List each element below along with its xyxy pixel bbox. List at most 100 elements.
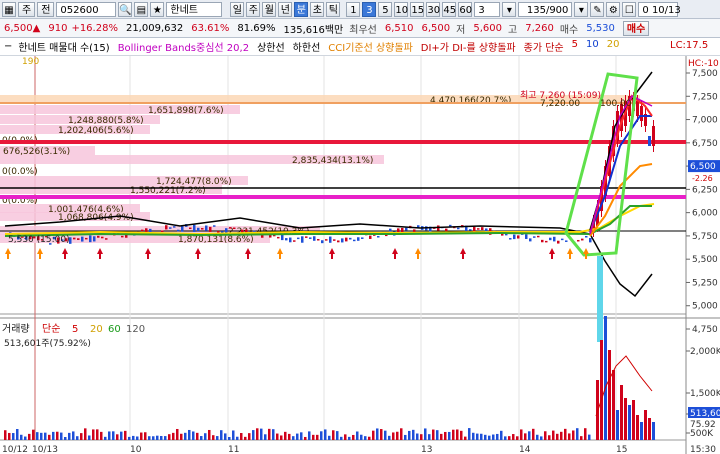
- candle: [217, 231, 220, 233]
- volume-bar: [456, 429, 459, 440]
- candle: [181, 226, 184, 232]
- volume-bar: [508, 436, 511, 440]
- volume-bar: [352, 434, 355, 440]
- volume-bar: [532, 428, 535, 440]
- candle: [165, 225, 168, 230]
- period-tab-3[interactable]: 년: [278, 1, 293, 17]
- volume-bar: [372, 430, 375, 440]
- volume-bar: [220, 430, 223, 440]
- period-tab-5[interactable]: 초: [310, 1, 325, 17]
- candle: [225, 228, 228, 233]
- interval-tab-3[interactable]: 3: [362, 1, 377, 17]
- volume-bar: [112, 431, 115, 440]
- date-label-1: 10/13: [32, 445, 58, 454]
- volume-bar: [184, 432, 187, 440]
- volume-bar: [288, 433, 291, 440]
- volume-value: 21,009,632: [125, 22, 184, 34]
- checkbox-icon[interactable]: ☐: [622, 1, 637, 17]
- interval-tab-10[interactable]: 10: [394, 1, 409, 17]
- volume-bar: [304, 436, 307, 440]
- period-tab-6[interactable]: 틱: [326, 1, 341, 17]
- period-tab-2[interactable]: 월: [262, 1, 277, 17]
- volume-bar: [20, 434, 23, 440]
- signal-arrow-stem-2: [64, 254, 66, 259]
- volume-bar: [272, 429, 275, 440]
- volume-current-pct: 75.92: [690, 420, 716, 430]
- volume-bar: [100, 431, 103, 440]
- candle: [361, 237, 364, 239]
- volume-bar: [564, 428, 567, 440]
- drawing-tool-icon[interactable]: ✎: [590, 1, 605, 17]
- signal-arrow-stem-13: [569, 254, 571, 259]
- volume-bar: [152, 436, 155, 440]
- star-icon[interactable]: ★: [150, 1, 165, 17]
- buy-button[interactable]: 매수: [622, 20, 650, 36]
- volume-tick-label-0: 2,000K: [690, 347, 720, 357]
- candle: [81, 236, 84, 242]
- settings-button[interactable]: ▦: [2, 1, 16, 17]
- candle: [73, 237, 76, 240]
- price-tick-label-8: 5,500: [692, 255, 718, 265]
- volume-bar: [368, 436, 371, 440]
- profile-label-13: 1,870,131(8.6%): [178, 235, 254, 245]
- collapse-icon[interactable]: −: [4, 41, 12, 52]
- interval-tab-15[interactable]: 15: [410, 1, 425, 17]
- candle: [105, 238, 108, 240]
- candle: [449, 224, 452, 227]
- stock-chart[interactable]: 1,651,898(7.6%) 1,248,880(5.8%)1,202,406(…: [0, 56, 720, 454]
- period-tab-1[interactable]: 주: [246, 1, 261, 17]
- menu-button[interactable]: 주: [18, 1, 36, 17]
- volume-bar: [44, 432, 47, 440]
- candle: [277, 236, 280, 239]
- date-field[interactable]: 0 10/13: [638, 1, 681, 17]
- interval-tab-1[interactable]: 1: [346, 1, 361, 17]
- search-icon[interactable]: 🔍: [118, 1, 133, 17]
- interval-tab-5[interactable]: 5: [378, 1, 393, 17]
- candle: [565, 240, 568, 242]
- profile-label-14: 4,470,166(20.7%): [430, 96, 511, 106]
- stock-code-input[interactable]: 052600: [56, 1, 117, 17]
- signal-arrow-stem-14: [585, 254, 587, 259]
- volume-bar: [540, 436, 543, 440]
- candle: [636, 101, 639, 116]
- stock-name-field[interactable]: 한네트: [166, 1, 223, 17]
- candle: [581, 238, 584, 241]
- candle: [201, 228, 204, 230]
- volume-ma-20: 20: [90, 324, 103, 335]
- candle: [517, 235, 520, 239]
- volume-value: 513,601주(75.92%): [4, 338, 91, 349]
- ratio-two: 81.69%: [237, 22, 276, 34]
- indicator-item-6: 종가 단순: [523, 43, 564, 54]
- candle: [377, 236, 380, 238]
- prev-button[interactable]: 전: [37, 1, 55, 17]
- filter-icon[interactable]: ▤: [134, 1, 149, 17]
- volume-bar: [140, 432, 143, 440]
- chevron-down-icon[interactable]: ▾: [502, 1, 517, 17]
- volume-bar: [32, 429, 35, 440]
- interval-select[interactable]: 3: [474, 1, 501, 17]
- volume-bar: [484, 434, 487, 440]
- period-tab-0[interactable]: 일: [230, 1, 245, 17]
- interval-tab-45[interactable]: 45: [442, 1, 457, 17]
- volume-bar-spike: [604, 316, 607, 440]
- volume-bar: [164, 436, 167, 440]
- interval-tab-60[interactable]: 60: [458, 1, 473, 17]
- chevron-down-icon[interactable]: ▾: [574, 1, 589, 17]
- period-tab-4[interactable]: 분: [294, 1, 309, 17]
- candle: [141, 229, 144, 232]
- volume-bar: [536, 434, 539, 440]
- signal-arrow-stem-8: [331, 254, 333, 259]
- volume-bar: [88, 435, 91, 440]
- volume-bar: [404, 434, 407, 440]
- candle: [457, 227, 460, 230]
- settings-icon[interactable]: ⚙: [606, 1, 621, 17]
- volume-bar-spike: [620, 385, 623, 440]
- volume-bar: [316, 434, 319, 440]
- interval-tab-30[interactable]: 30: [426, 1, 441, 17]
- volume-bar: [432, 429, 435, 440]
- volume-bar: [528, 431, 531, 440]
- signal-arrow-stem-10: [417, 254, 419, 259]
- cyan-marker: [597, 256, 603, 342]
- volume-bar: [588, 434, 591, 440]
- volume-bar-spike: [624, 398, 627, 440]
